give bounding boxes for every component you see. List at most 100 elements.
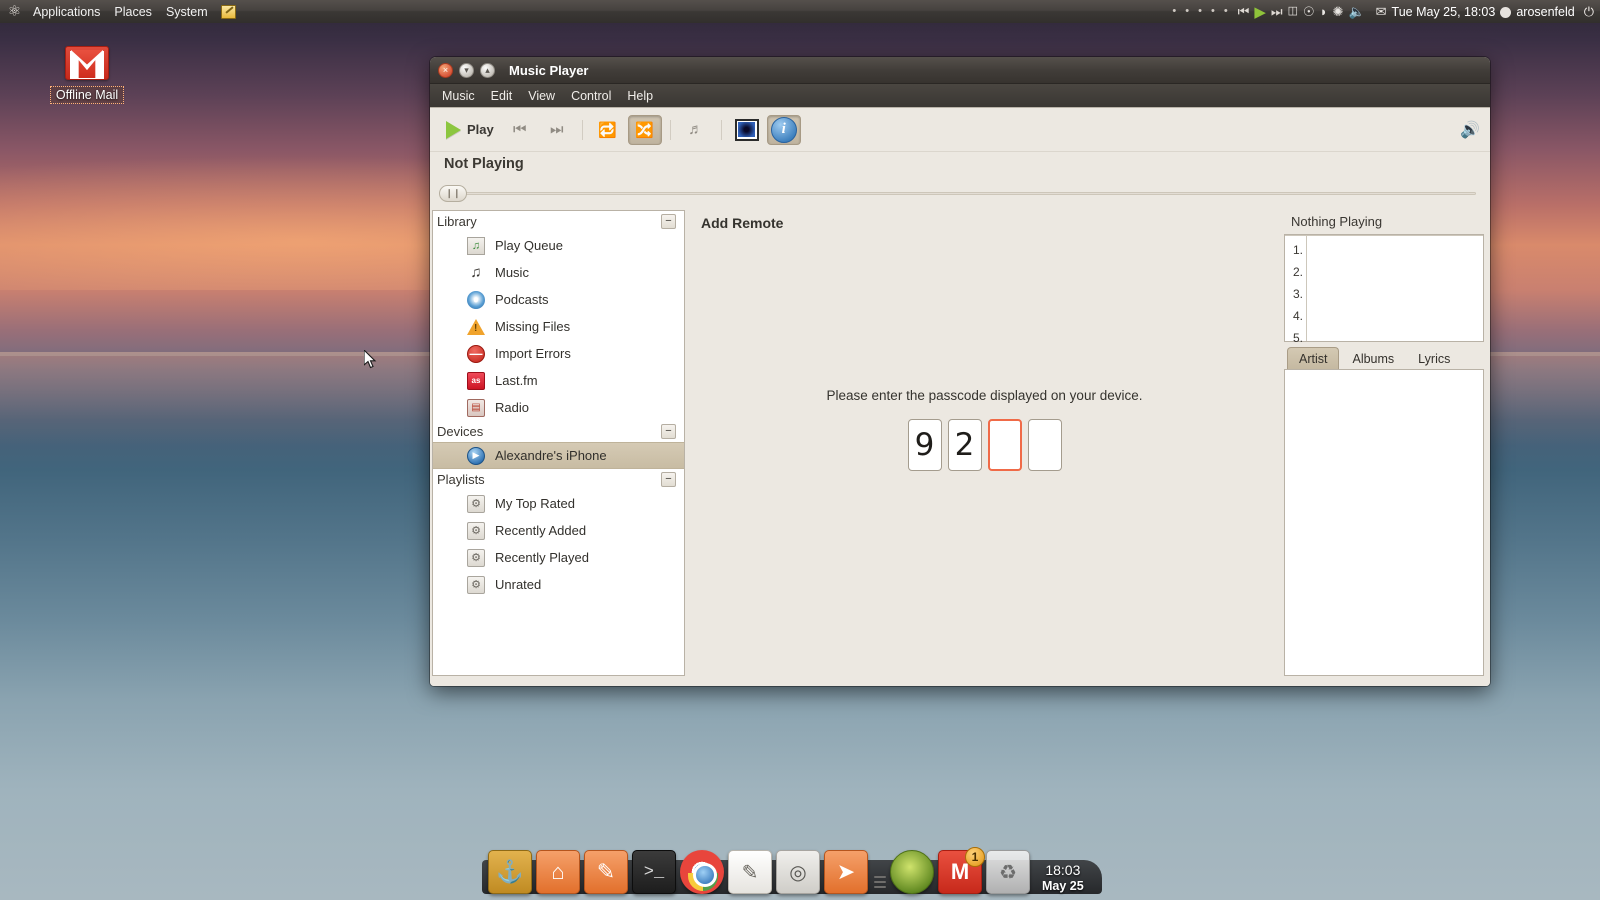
- dock-home-folder-icon[interactable]: ⌂: [536, 850, 580, 894]
- mail-icon[interactable]: ✉: [1376, 5, 1387, 18]
- visualizer-button[interactable]: [730, 115, 764, 145]
- dock-folder-cursor-icon[interactable]: ➤: [824, 850, 868, 894]
- seek-handle[interactable]: ❙❙: [439, 184, 467, 202]
- sidebar-item-import-errors[interactable]: ― Import Errors: [433, 340, 684, 367]
- repeat-button[interactable]: 🔁: [591, 115, 625, 145]
- workspace-dot[interactable]: •: [1211, 6, 1215, 17]
- menu-edit[interactable]: Edit: [483, 87, 521, 105]
- sidebar-item-alexandres-iphone[interactable]: ▶ Alexandre's iPhone: [433, 442, 684, 469]
- sidebar-group-devices[interactable]: Devices −: [433, 421, 684, 442]
- sidebar-item-play-queue[interactable]: ♫ Play Queue: [433, 232, 684, 259]
- desktop-icon-offline-mail[interactable]: Offline Mail: [46, 46, 128, 104]
- ubuntu-logo-icon[interactable]: ⚛: [6, 3, 23, 20]
- page-title: Add Remote: [701, 215, 784, 231]
- right-panel: Nothing Playing 1. 2. 3. 4. 5. Artist Al…: [1284, 210, 1484, 676]
- gear-icon: ⚙: [467, 575, 485, 594]
- info-button[interactable]: i: [766, 114, 801, 145]
- sidebar-group-playlists-label: Playlists: [437, 472, 485, 487]
- sidebar-item-label: Unrated: [495, 577, 542, 592]
- minimize-icon[interactable]: ▾: [459, 62, 474, 78]
- menu-view[interactable]: View: [520, 87, 563, 105]
- previous-track-button[interactable]: ⏮: [503, 115, 537, 145]
- dock-gmail-icon[interactable]: M 1: [938, 847, 985, 894]
- play-button[interactable]: Play: [440, 117, 500, 143]
- now-playing-list[interactable]: 1. 2. 3. 4. 5.: [1285, 235, 1483, 345]
- collapse-icon[interactable]: −: [661, 472, 676, 487]
- seek-bar[interactable]: ❙❙: [430, 182, 1490, 204]
- menu-control[interactable]: Control: [563, 87, 619, 105]
- collapse-icon[interactable]: −: [661, 424, 676, 439]
- sidebar-item-recently-played[interactable]: ⚙ Recently Played: [433, 544, 684, 571]
- now-playing-list-body: [1307, 236, 1483, 341]
- sidebar-item-label: Last.fm: [495, 373, 538, 388]
- sidebar-group-library[interactable]: Library −: [433, 211, 684, 232]
- maximize-icon[interactable]: ▴: [480, 62, 495, 78]
- previous-track-icon[interactable]: ⏮: [1238, 4, 1250, 20]
- seek-track[interactable]: ❙❙: [439, 184, 1476, 202]
- dock-orb-icon[interactable]: [890, 850, 934, 894]
- sidebar-item-unrated[interactable]: ⚙ Unrated: [433, 571, 684, 598]
- sidebar-item-label: Recently Played: [495, 550, 589, 565]
- next-track-button[interactable]: ⏭: [540, 115, 574, 145]
- party-mode-button[interactable]: ♬: [679, 115, 713, 145]
- power-icon[interactable]: ⏻: [1584, 4, 1594, 20]
- network-manager-icon[interactable]: ☉: [1303, 5, 1315, 18]
- passcode-digit-1[interactable]: 9: [907, 419, 942, 471]
- sidebar-item-radio[interactable]: ▤ Radio: [433, 394, 684, 421]
- sidebar-item-my-top-rated[interactable]: ⚙ My Top Rated: [433, 490, 684, 517]
- close-icon[interactable]: ×: [438, 62, 453, 78]
- party-mode-icon: ♬: [688, 121, 704, 138]
- menu-music[interactable]: Music: [434, 87, 483, 105]
- dock-terminal-icon[interactable]: >_: [632, 850, 676, 894]
- dock-clock[interactable]: 18:03 May 25: [1042, 862, 1084, 894]
- collapse-icon[interactable]: −: [661, 214, 676, 229]
- shuffle-button[interactable]: 🔀: [627, 114, 662, 145]
- dock-media-player-icon[interactable]: ◎: [776, 850, 820, 894]
- workspace-dot[interactable]: •: [1224, 6, 1228, 17]
- passcode-digit-2[interactable]: 2: [947, 419, 982, 471]
- top-panel-left: ⚛ Applications Places System: [0, 3, 236, 21]
- dock-text-editor-icon[interactable]: ✎: [728, 850, 772, 894]
- volume-icon[interactable]: 🔈: [1348, 5, 1364, 18]
- volume-icon[interactable]: 🔊: [1460, 120, 1480, 140]
- sidebar-item-label: Play Queue: [495, 238, 563, 253]
- sidebar-item-label: Missing Files: [495, 319, 571, 334]
- passcode-input-group[interactable]: 9 2: [685, 419, 1284, 471]
- tab-albums[interactable]: Albums: [1341, 348, 1405, 370]
- dock-drag-handle[interactable]: [874, 870, 886, 894]
- panel-menu-places[interactable]: Places: [107, 3, 159, 21]
- panel-clock[interactable]: Tue May 25, 18:03: [1392, 5, 1496, 19]
- battery-icon[interactable]: ◫: [1288, 6, 1298, 17]
- tab-artist[interactable]: Artist: [1287, 347, 1340, 370]
- workspace-dot[interactable]: •: [1185, 6, 1189, 17]
- dock-chrome-icon[interactable]: [680, 850, 724, 894]
- passcode-digit-4[interactable]: [1027, 419, 1062, 471]
- workspace-switcher[interactable]: • • • • •: [1172, 6, 1227, 17]
- text-editor-icon[interactable]: [220, 4, 236, 19]
- sidebar-group-library-label: Library: [437, 214, 477, 229]
- sidebar-item-missing-files[interactable]: Missing Files: [433, 313, 684, 340]
- panel-username[interactable]: arosenfeld: [1516, 5, 1574, 19]
- next-track-icon[interactable]: ⏭: [1271, 4, 1283, 20]
- workspace-dot[interactable]: •: [1198, 6, 1202, 17]
- dock-folder-edit-icon[interactable]: ✎: [584, 850, 628, 894]
- sidebar-group-playlists[interactable]: Playlists −: [433, 469, 684, 490]
- panel-menu-system[interactable]: System: [159, 3, 215, 21]
- menu-help[interactable]: Help: [619, 87, 661, 105]
- sidebar-item-podcasts[interactable]: ● Podcasts: [433, 286, 684, 313]
- sidebar-item-lastfm[interactable]: as Last.fm: [433, 367, 684, 394]
- passcode-digit-3[interactable]: [987, 419, 1022, 471]
- play-button-label: Play: [467, 122, 494, 137]
- play-icon[interactable]: ▶: [1254, 3, 1266, 21]
- window-titlebar[interactable]: × ▾ ▴ Music Player: [430, 57, 1490, 84]
- dock-trash-icon[interactable]: ♻: [986, 850, 1030, 894]
- sidebar-item-recently-added[interactable]: ⚙ Recently Added: [433, 517, 684, 544]
- workspace-dot[interactable]: •: [1172, 6, 1176, 17]
- panel-menu-applications[interactable]: Applications: [26, 3, 107, 21]
- tab-lyrics[interactable]: Lyrics: [1407, 348, 1461, 370]
- bluetooth-icon[interactable]: ✺: [1333, 5, 1344, 18]
- wifi-icon[interactable]: ◗: [1320, 5, 1328, 18]
- dock-anchor-icon[interactable]: ⚓: [488, 850, 532, 894]
- user-menu[interactable]: arosenfeld: [1500, 5, 1575, 19]
- sidebar-item-music[interactable]: ♫ Music: [433, 259, 684, 286]
